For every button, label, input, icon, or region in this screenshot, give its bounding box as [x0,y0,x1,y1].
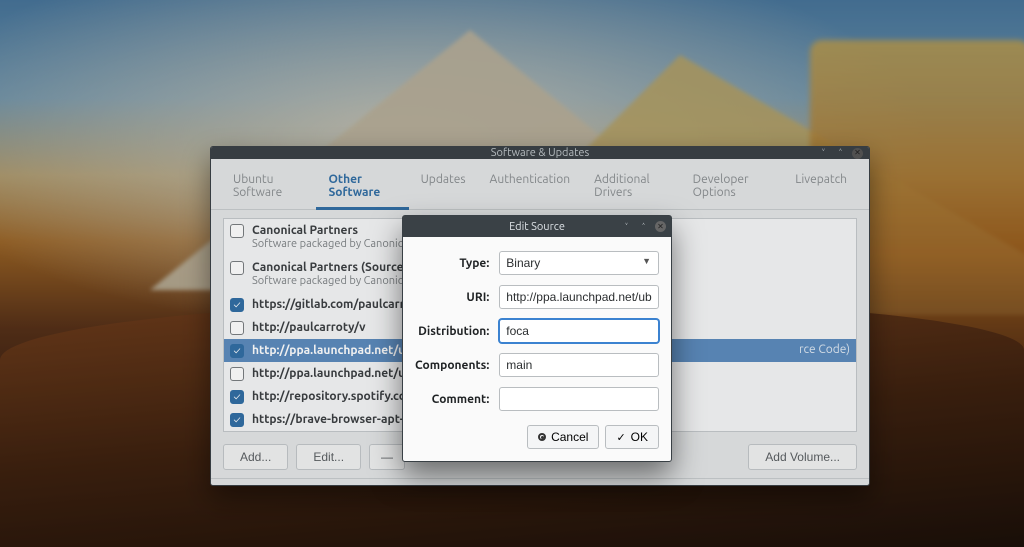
tab-developer-options[interactable]: Developer Options [681,165,784,209]
tab-updates[interactable]: Updates [409,165,478,209]
check-icon: ✓ [616,431,625,444]
dialog-maximize-icon[interactable]: ˄ [638,221,649,232]
uri-label: URI: [415,291,489,304]
checkbox[interactable]: ✓ [230,344,244,358]
dialog-close-icon[interactable]: ✕ [655,221,666,232]
checkbox[interactable]: ✓ [230,298,244,312]
ok-label: OK [631,430,648,444]
checkbox[interactable] [230,321,244,335]
cancel-icon [538,433,546,441]
dialog-title: Edit Source [509,221,565,233]
tab-ubuntu-software[interactable]: Ubuntu Software [221,165,316,209]
type-select[interactable]: Binary [499,251,659,275]
cancel-button[interactable]: Cancel [527,425,599,449]
item-trailing: rce Code) [799,343,850,356]
tab-additional-drivers[interactable]: Additional Drivers [582,165,681,209]
tab-livepatch[interactable]: Livepatch [783,165,859,209]
comment-input[interactable] [499,387,659,411]
type-label: Type: [415,257,489,270]
window-title: Software & Updates [491,147,590,159]
item-subtitle: Software packaged by Canonical fo [252,238,424,252]
window-close-icon[interactable]: ✕ [852,148,863,159]
checkbox[interactable] [230,224,244,238]
components-input[interactable] [499,353,659,377]
item-title: Canonical Partners [252,223,424,238]
uri-input[interactable] [499,285,659,309]
window-titlebar[interactable]: Software & Updates ˅ ˄ ✕ [211,147,869,159]
window-minimize-icon[interactable]: ˅ [818,148,829,159]
distribution-input[interactable] [499,319,659,343]
edit-source-dialog: Edit Source ˅ ˄ ✕ Type: Binary URI: Dist… [402,215,672,462]
dialog-titlebar[interactable]: Edit Source ˅ ˄ ✕ [403,216,671,237]
remove-button[interactable]: — [369,444,405,470]
tab-bar: Ubuntu Software Other Software Updates A… [211,159,869,210]
ok-button[interactable]: ✓ OK [605,425,659,449]
add-volume-button[interactable]: Add Volume... [748,444,857,470]
edit-button[interactable]: Edit... [296,444,361,470]
cancel-label: Cancel [551,430,588,444]
checkbox[interactable] [230,261,244,275]
dialog-minimize-icon[interactable]: ˅ [621,221,632,232]
window-maximize-icon[interactable]: ˄ [835,148,846,159]
add-button[interactable]: Add... [223,444,288,470]
checkbox[interactable]: ✓ [230,413,244,427]
checkbox[interactable]: ✓ [230,390,244,404]
comment-label: Comment: [415,393,489,406]
distribution-label: Distribution: [415,325,489,338]
tab-other-software[interactable]: Other Software [316,165,408,210]
checkbox[interactable] [230,367,244,381]
tab-authentication[interactable]: Authentication [478,165,583,209]
item-title: http://paulcarroty/v [252,320,366,335]
components-label: Components: [415,359,489,372]
